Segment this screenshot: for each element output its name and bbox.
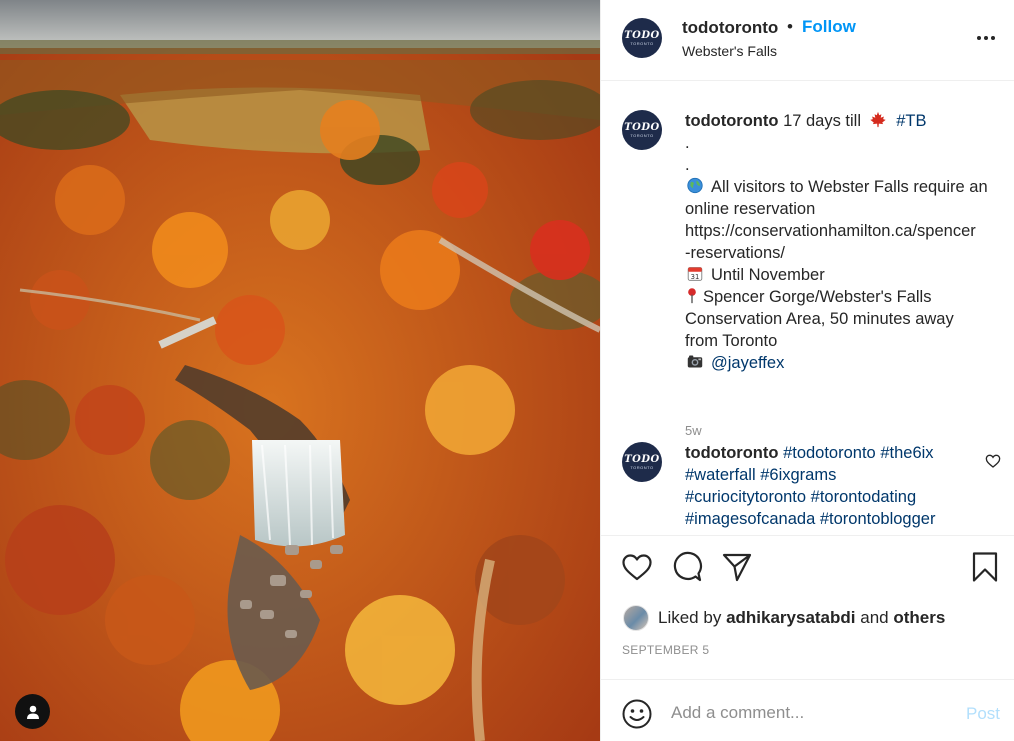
hashtag[interactable]: #torontodating <box>811 488 917 506</box>
hashtag[interactable]: #6ixgrams <box>760 466 836 484</box>
caption-age[interactable]: 5w <box>685 423 702 438</box>
separator-dot: • <box>787 17 793 36</box>
author-avatar[interactable]: TODO TORONTO <box>622 18 662 58</box>
follow-button[interactable]: Follow <box>802 17 856 37</box>
hashtag[interactable]: #todotoronto <box>783 444 876 462</box>
caption-line-6: Spencer Gorge/Webster's Falls <box>703 288 932 306</box>
maple-leaf-icon <box>869 111 886 128</box>
caption-line-8: from Toronto <box>685 332 778 350</box>
svg-text:31: 31 <box>691 273 700 281</box>
calendar-icon: 31 <box>687 267 703 281</box>
comment-input[interactable] <box>671 700 951 726</box>
post-date[interactable]: SEPTEMBER 5 <box>622 643 709 657</box>
avatar-text-top: TODO <box>624 453 660 465</box>
likes-prefix: Liked by <box>658 608 722 627</box>
caption-line-5: Until November <box>711 266 825 284</box>
caption-line-7: Conservation Area, 50 minutes away <box>685 310 954 328</box>
caption-line-1: All visitors to Webster Falls require an <box>711 178 988 196</box>
photographer-mention[interactable]: @jayeffex <box>711 354 784 372</box>
post-header: TODO TORONTO todotoronto • Follow Webste… <box>601 0 1014 81</box>
more-options-icon[interactable] <box>974 26 998 50</box>
like-comment-icon[interactable] <box>985 453 1001 469</box>
avatar-text-bottom: TORONTO <box>630 132 654 138</box>
caption-avatar[interactable]: TODO TORONTO <box>622 110 662 150</box>
tagged-users-button[interactable] <box>15 694 50 729</box>
comments-list[interactable]: TODO TORONTO todotoronto 17 days till #T… <box>601 81 1014 533</box>
avatar-text-top: TODO <box>624 29 660 41</box>
caption-username[interactable]: todotoronto <box>685 112 778 130</box>
location-link[interactable]: Webster's Falls <box>682 43 777 59</box>
camera-icon <box>687 355 703 368</box>
likes-and: and <box>860 608 889 627</box>
post-side-panel: TODO TORONTO todotoronto • Follow Webste… <box>600 0 1014 741</box>
round-pushpin-icon <box>688 288 696 304</box>
post-comment-button[interactable]: Post <box>966 704 1000 724</box>
avatar-text-bottom: TORONTO <box>630 464 654 470</box>
likes-summary: Liked by adhikarysatabdi and others <box>623 603 945 633</box>
author-username[interactable]: todotoronto <box>682 18 778 38</box>
hashtag[interactable]: #the6ix <box>880 444 933 462</box>
liker-avatar[interactable] <box>623 605 649 631</box>
action-bar <box>601 535 1014 595</box>
caption-url-part-2: -reservations/ <box>685 244 785 262</box>
like-heart-icon[interactable] <box>621 551 653 583</box>
avatar-text-bottom: TORONTO <box>630 40 654 46</box>
caption-line-2: online reservation <box>685 200 816 218</box>
emoji-smiley-icon[interactable] <box>622 699 652 729</box>
likes-others-link[interactable]: others <box>893 608 945 628</box>
comment-avatar[interactable]: TODO TORONTO <box>622 442 662 482</box>
add-comment-bar: Post <box>601 679 1014 741</box>
share-send-icon[interactable] <box>721 551 753 583</box>
bookmark-save-icon[interactable] <box>969 551 1001 583</box>
caption-dot-2: . <box>685 156 690 174</box>
caption-url-part-1: https://conservationhamilton.ca/spencer <box>685 222 976 240</box>
globe-icon <box>687 177 703 194</box>
hashtag-comment-text: todotoronto #todotoronto #the6ix #waterf… <box>685 442 1001 530</box>
comment-username[interactable]: todotoronto <box>685 444 778 462</box>
comment-bubble-icon[interactable] <box>671 551 703 583</box>
person-icon <box>26 705 39 719</box>
liker-username[interactable]: adhikarysatabdi <box>726 608 855 628</box>
post-photo[interactable] <box>0 0 600 741</box>
hashtag[interactable]: #imagesofcanada <box>685 510 815 528</box>
hashtag[interactable]: #torontoblogger <box>820 510 936 528</box>
avatar-text-top: TODO <box>624 121 660 133</box>
hashtag[interactable]: #curiocitytoronto <box>685 488 806 506</box>
hashtag-tb[interactable]: #TB <box>896 112 926 130</box>
caption-countdown: 17 days till <box>783 112 862 130</box>
hashtag[interactable]: #waterfall <box>685 466 756 484</box>
autumn-waterfall-image <box>0 0 600 741</box>
caption-text: todotoronto 17 days till #TB . . All vis… <box>685 110 1001 374</box>
caption-dot-1: . <box>685 134 690 152</box>
